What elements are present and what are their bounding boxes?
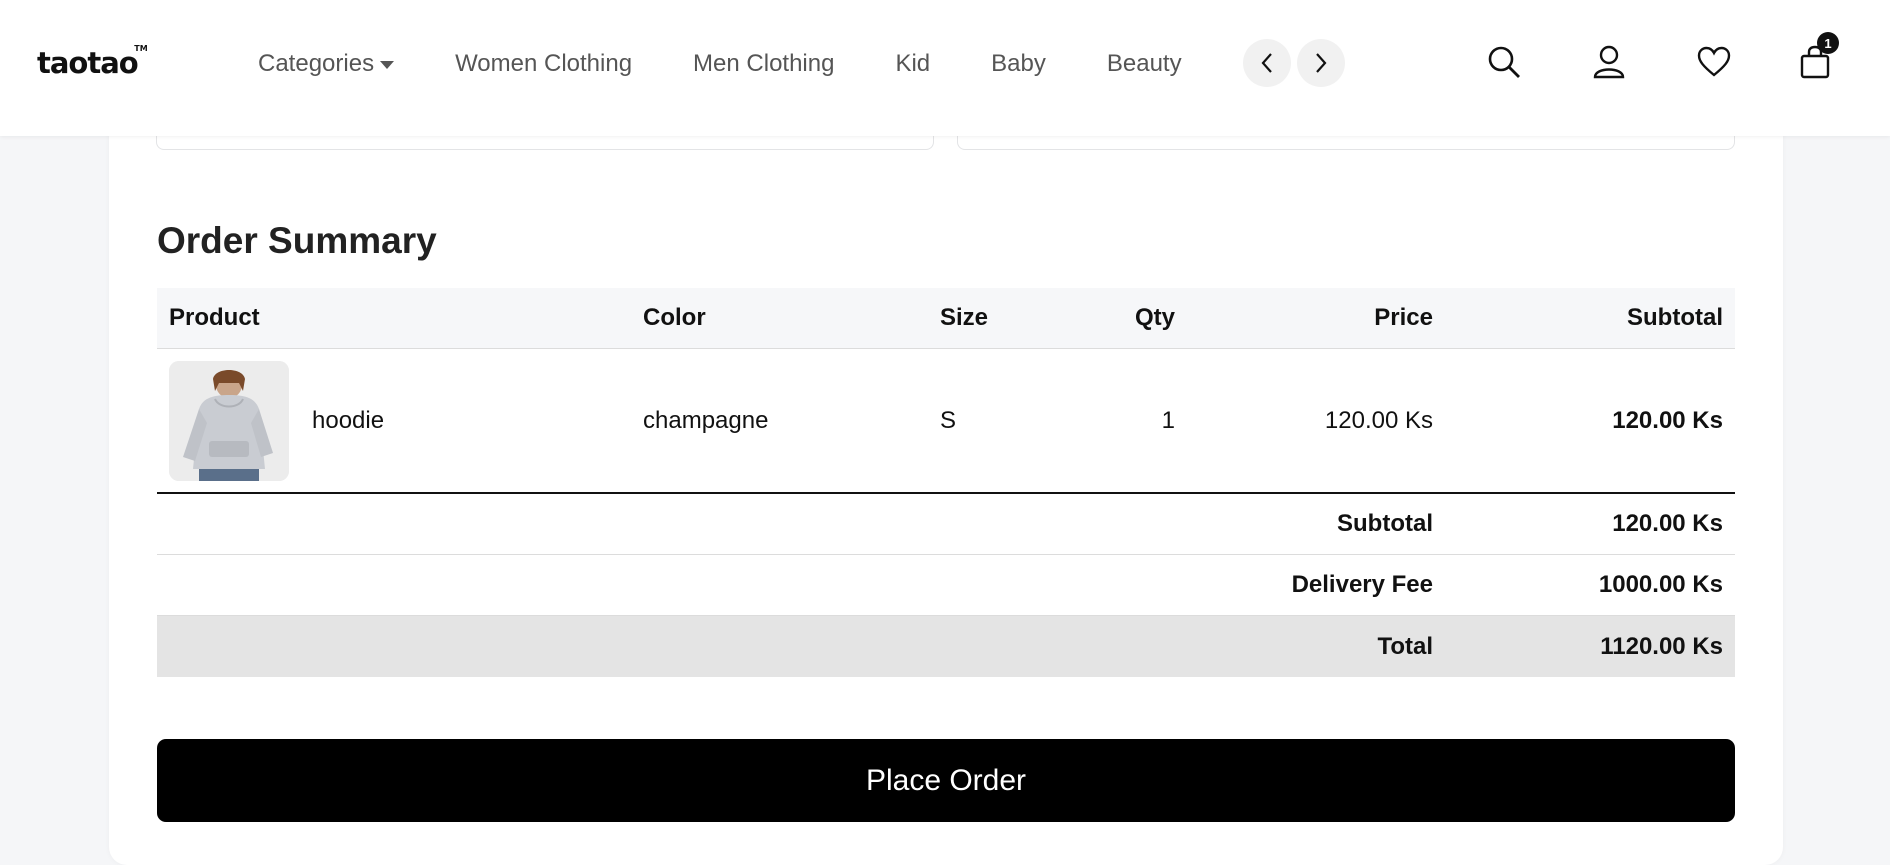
subtotal-value: 120.00 Ks [1612, 510, 1723, 537]
delivery-fee-value: 1000.00 Ks [1598, 571, 1723, 598]
cart-count-badge: 1 [1817, 32, 1839, 54]
account-button[interactable] [1591, 44, 1627, 80]
col-color: Color [643, 304, 706, 331]
search-icon [1488, 46, 1520, 78]
product-image[interactable] [169, 361, 289, 481]
product-size: S [940, 406, 957, 434]
logo-text: taotao [37, 46, 139, 80]
user-icon [1593, 45, 1625, 79]
total-label: Total [1377, 632, 1433, 660]
col-product: Product [169, 304, 260, 331]
logo-tm: TM [134, 44, 148, 53]
delivery-fee-label: Delivery Fee [1291, 571, 1433, 598]
delivery-fee-row: Delivery Fee 1000.00 Ks [157, 555, 1735, 616]
subtotal-row: Subtotal 120.00 Ks [157, 494, 1735, 555]
nav-men-clothing[interactable]: Men Clothing [693, 50, 834, 78]
heart-icon [1697, 46, 1731, 77]
col-subtotal: Subtotal [1627, 304, 1723, 331]
cart-button[interactable]: 1 [1797, 32, 1839, 80]
table-header: Product Color Size Qty Price Subtotal [157, 288, 1735, 349]
nav-label: Categories [258, 50, 375, 77]
nav-kid[interactable]: Kid [895, 50, 930, 78]
nav-women-clothing[interactable]: Women Clothing [455, 50, 632, 78]
nav-categories[interactable]: Categories [258, 50, 395, 78]
nav-beauty[interactable]: Beauty [1107, 50, 1182, 78]
site-logo[interactable]: taotao TM [37, 44, 148, 80]
nav-next-button[interactable] [1297, 39, 1345, 87]
product-price: 120.00 Ks [1324, 406, 1433, 434]
main-nav: Categories Women Clothing Men Clothing K… [258, 0, 1243, 128]
place-order-button[interactable]: Place Order [157, 739, 1735, 822]
total-row: Total 1120.00 Ks [157, 616, 1735, 677]
hoodie-image [169, 361, 289, 481]
total-value: 1120.00 Ks [1600, 632, 1723, 660]
chevron-right-icon [1316, 53, 1327, 73]
subtotal-label: Subtotal [1337, 510, 1433, 537]
wishlist-button[interactable] [1696, 44, 1732, 80]
chevron-left-icon [1261, 53, 1272, 73]
search-button[interactable] [1486, 44, 1522, 80]
site-header: taotao TM Categories Women Clothing Men C… [0, 0, 1890, 136]
order-summary-table: Product Color Size Qty Price Subtotal ho… [157, 288, 1735, 677]
product-color: champagne [643, 406, 769, 434]
product-name[interactable]: hoodie [312, 407, 384, 435]
caret-down-icon [380, 61, 395, 69]
order-summary-title: Order Summary [157, 220, 437, 261]
nav-prev-button[interactable] [1243, 39, 1291, 87]
table-row: hoodie champagne S 1 120.00 Ks 120.00 Ks [157, 349, 1735, 494]
product-qty: 1 [1161, 406, 1175, 434]
nav-baby[interactable]: Baby [991, 50, 1046, 78]
col-price: Price [1374, 304, 1433, 331]
col-qty: Qty [1134, 304, 1175, 331]
col-size: Size [940, 304, 989, 331]
product-subtotal: 120.00 Ks [1612, 406, 1723, 434]
